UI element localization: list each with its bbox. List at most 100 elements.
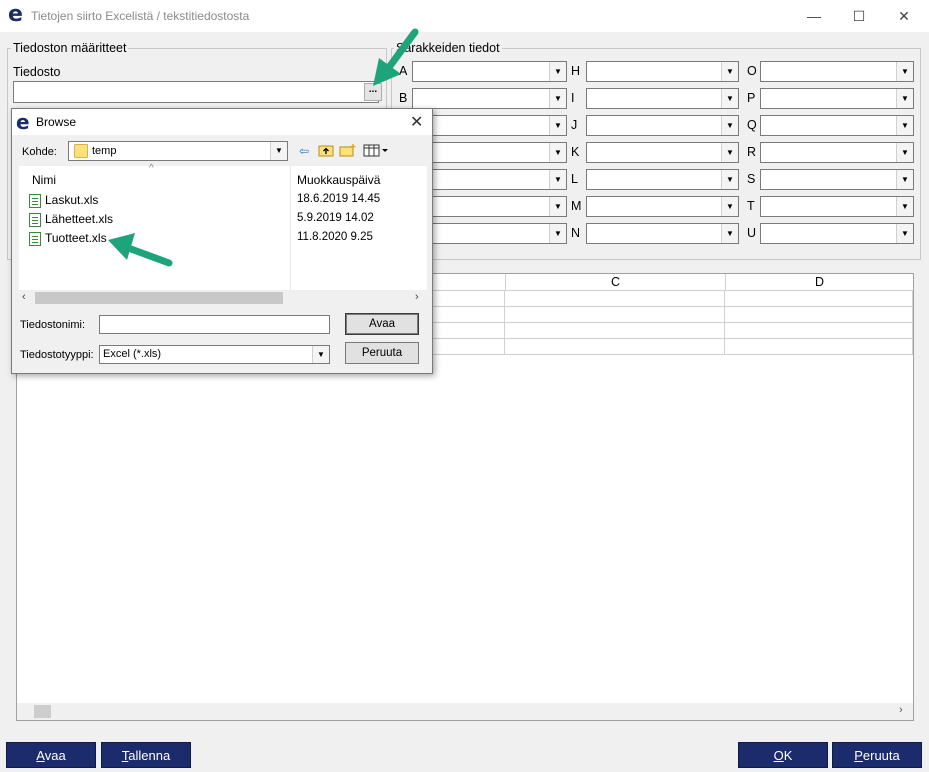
column-letter-label: K xyxy=(571,145,580,159)
file-label: Tiedosto xyxy=(13,65,61,79)
chevron-down-icon[interactable]: ▼ xyxy=(549,224,566,243)
filetype-label: Tiedostotyyppi: xyxy=(20,349,94,361)
column-mapping-select[interactable]: ▼ xyxy=(586,88,739,109)
view-menu-icon[interactable] xyxy=(362,143,390,159)
column-mapping-select[interactable]: ▼ xyxy=(760,88,914,109)
grid-cell[interactable] xyxy=(725,307,913,323)
chevron-down-icon[interactable]: ▼ xyxy=(721,224,738,243)
column-letter-label: O xyxy=(747,64,757,78)
column-mapping-select[interactable]: ▼ xyxy=(760,142,914,163)
chevron-down-icon[interactable]: ▼ xyxy=(896,89,913,108)
chevron-down-icon[interactable]: ▼ xyxy=(549,116,566,135)
column-mapping-select[interactable]: ▼ xyxy=(412,115,567,136)
maximize-button[interactable]: ☐ xyxy=(836,0,882,32)
chevron-down-icon[interactable]: ▼ xyxy=(549,197,566,216)
grid-cell[interactable] xyxy=(505,307,725,323)
grid-cell[interactable] xyxy=(725,291,913,307)
chevron-down-icon[interactable]: ▼ xyxy=(549,143,566,162)
column-mapping-select[interactable]: ▼ xyxy=(412,169,567,190)
file-name: Laskut.xls xyxy=(45,193,99,207)
file-list-scrollbar[interactable]: ‹ › xyxy=(19,290,427,306)
excel-file-icon xyxy=(29,232,41,246)
chevron-down-icon[interactable]: ▼ xyxy=(896,224,913,243)
file-list-item[interactable]: Lähetteet.xls 5.9.2019 14.02 xyxy=(29,211,424,229)
open-button[interactable]: Avaa xyxy=(6,742,96,768)
chevron-down-icon[interactable]: ▼ xyxy=(721,89,738,108)
file-path-input[interactable] xyxy=(13,81,379,103)
filetype-value: Excel (*.xls) xyxy=(103,348,162,360)
save-button[interactable]: Tallenna xyxy=(101,742,191,768)
minimize-button[interactable]: — xyxy=(791,0,837,32)
column-header-name[interactable]: Nimi xyxy=(32,173,56,187)
column-mapping-select[interactable]: ▼ xyxy=(760,61,914,82)
chevron-down-icon[interactable]: ▼ xyxy=(721,143,738,162)
chevron-down-icon[interactable]: ▼ xyxy=(896,170,913,189)
chevron-down-icon[interactable]: ▼ xyxy=(721,116,738,135)
column-mapping-select[interactable]: ▼ xyxy=(586,223,739,244)
column-mapping-select[interactable]: ▼ xyxy=(760,223,914,244)
cancel-button[interactable]: Peruuta xyxy=(832,742,922,768)
chevron-down-icon[interactable]: ▼ xyxy=(549,62,566,81)
grid-cell[interactable] xyxy=(505,323,725,339)
column-mapping-select[interactable]: ▼ xyxy=(586,61,739,82)
dialog-open-button[interactable]: Avaa xyxy=(345,313,419,335)
column-mapping-select[interactable]: ▼ xyxy=(760,169,914,190)
file-modified: 11.8.2020 9.25 xyxy=(297,231,373,243)
chevron-down-icon[interactable]: ▼ xyxy=(896,116,913,135)
app-logo-icon: e xyxy=(8,2,23,27)
file-list-item[interactable]: Laskut.xls 18.6.2019 14.45 xyxy=(29,192,424,210)
scrollbar-thumb[interactable] xyxy=(35,292,283,304)
column-header-modified[interactable]: Muokkauspäivä xyxy=(297,173,380,187)
dialog-cancel-button[interactable]: Peruuta xyxy=(345,342,419,364)
column-mapping-select[interactable]: ▼ xyxy=(760,196,914,217)
dialog-title: Browse xyxy=(36,115,77,129)
dialog-close-button[interactable]: ✕ xyxy=(410,112,423,132)
chevron-down-icon[interactable]: ▼ xyxy=(896,143,913,162)
chevron-down-icon[interactable]: ▼ xyxy=(549,89,566,108)
column-mapping-select[interactable]: ▼ xyxy=(412,223,567,244)
column-mapping-select[interactable]: ▼ xyxy=(586,196,739,217)
column-mapping-select[interactable]: ▼ xyxy=(412,88,567,109)
ok-button[interactable]: OK xyxy=(738,742,828,768)
grid-cell[interactable] xyxy=(505,291,725,307)
excel-file-icon xyxy=(29,194,41,208)
column-mapping-select[interactable]: ▼ xyxy=(586,169,739,190)
chevron-down-icon[interactable]: ▼ xyxy=(721,197,738,216)
grid-column-header[interactable]: C xyxy=(505,274,725,291)
column-mapping-select[interactable]: ▼ xyxy=(412,142,567,163)
scroll-left-icon[interactable]: ‹ xyxy=(22,291,26,303)
chevron-down-icon[interactable]: ▼ xyxy=(721,62,738,81)
grid-cell[interactable] xyxy=(725,339,913,355)
chevron-down-icon[interactable]: ▼ xyxy=(896,62,913,81)
column-mapping-select[interactable]: ▼ xyxy=(586,115,739,136)
filename-input[interactable] xyxy=(99,315,330,334)
file-list[interactable]: ^ Nimi Muokkauspäivä Laskut.xls 18.6.201… xyxy=(19,163,427,306)
column-letter-label: T xyxy=(747,199,755,213)
column-mapping-select[interactable]: ▼ xyxy=(412,61,567,82)
scroll-right-icon[interactable]: › xyxy=(899,704,903,716)
look-in-combo[interactable]: temp ▼ xyxy=(68,141,288,161)
new-folder-icon[interactable] xyxy=(339,143,357,159)
scrollbar-thumb[interactable] xyxy=(34,705,51,718)
column-letter-label: J xyxy=(571,118,578,132)
filetype-select[interactable]: Excel (*.xls) ▼ xyxy=(99,345,330,364)
chevron-down-icon[interactable]: ▼ xyxy=(721,170,738,189)
file-list-item[interactable]: Tuotteet.xls 11.8.2020 9.25 xyxy=(29,230,424,248)
chevron-down-icon[interactable]: ▼ xyxy=(549,170,566,189)
grid-horizontal-scrollbar[interactable]: › xyxy=(17,703,913,720)
grid-cell[interactable] xyxy=(725,323,913,339)
column-mapping-select[interactable]: ▼ xyxy=(760,115,914,136)
chevron-down-icon[interactable]: ▼ xyxy=(312,346,329,363)
up-folder-icon[interactable] xyxy=(317,143,335,159)
column-mapping-select[interactable]: ▼ xyxy=(412,196,567,217)
column-mapping-select[interactable]: ▼ xyxy=(586,142,739,163)
chevron-down-icon[interactable]: ▼ xyxy=(270,142,287,160)
grid-cell[interactable] xyxy=(505,339,725,355)
column-letter-label: Q xyxy=(747,118,757,132)
chevron-down-icon[interactable]: ▼ xyxy=(896,197,913,216)
file-name: Lähetteet.xls xyxy=(45,212,114,226)
scroll-right-icon[interactable]: › xyxy=(415,291,419,303)
grid-column-header[interactable]: D xyxy=(725,274,913,291)
close-button[interactable]: ✕ xyxy=(881,0,927,32)
back-icon[interactable]: ⇦ xyxy=(295,143,313,159)
